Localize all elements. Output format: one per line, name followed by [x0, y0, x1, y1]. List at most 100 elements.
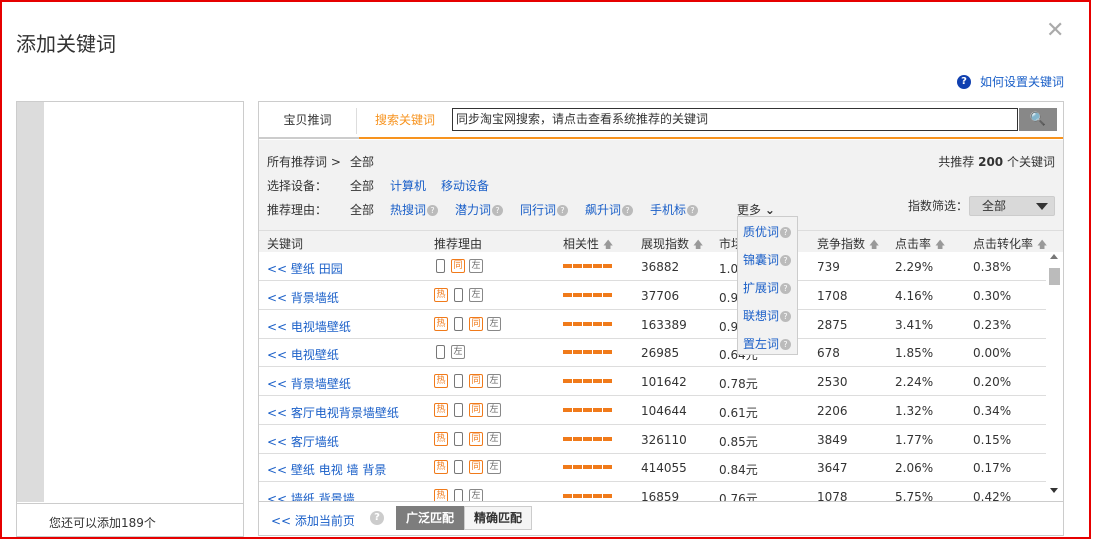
sort-icon[interactable]: 🡅: [935, 240, 945, 251]
cell-comp: 739: [817, 260, 840, 274]
reason-badges: 热 同左: [434, 374, 501, 388]
reason-badge: 同: [469, 431, 483, 446]
cell-ctr: 2.29%: [895, 260, 934, 274]
help-icon[interactable]: ?: [687, 205, 699, 216]
search-button[interactable]: 🔍: [1019, 108, 1057, 131]
index-filter-select[interactable]: 全部: [969, 196, 1055, 216]
more-option[interactable]: 锦囊词?: [743, 251, 792, 268]
search-input[interactable]: 同步淘宝网搜索，请点击查看系统推荐的关键词: [452, 108, 1018, 131]
cell-imp: 414055: [641, 461, 687, 476]
more-option[interactable]: 置左词?: [743, 335, 792, 352]
reason-potential[interactable]: 潜力词: [455, 203, 491, 217]
help-icon[interactable]: ?: [492, 205, 504, 216]
relevance-segment: [603, 292, 612, 297]
cell-imp: 101642: [641, 375, 687, 389]
table-footer: << 添加当前页 ? 广泛匹配 精确匹配: [259, 501, 1063, 535]
mobile-icon: [454, 431, 463, 446]
column-header-label: 相关性: [563, 237, 600, 251]
broad-match-button[interactable]: 广泛匹配: [396, 506, 464, 530]
close-icon[interactable]: ✕: [1046, 18, 1064, 43]
add-current-page-button[interactable]: << 添加当前页: [271, 512, 355, 529]
relevance-bar: [563, 407, 612, 412]
add-keyword-link[interactable]: << 背景墙壁纸: [267, 375, 351, 392]
column-header-label: 推荐理由: [434, 237, 483, 251]
reason-mobile[interactable]: 手机标: [650, 203, 686, 217]
cell-cvr: 0.23%: [973, 317, 1012, 332]
add-keyword-link[interactable]: << 电视墙壁纸: [267, 318, 351, 335]
reason-badges: 热 同左: [434, 460, 501, 475]
help-icon[interactable]: ?: [427, 205, 439, 216]
cell-imp: 37706: [641, 288, 680, 303]
sort-icon[interactable]: 🡅: [869, 240, 879, 251]
add-keyword-link[interactable]: << 壁纸 田园: [267, 260, 343, 277]
table-row: << 电视墙壁纸热同左1633890.93元28753.41%0.23%: [259, 310, 1046, 339]
sort-icon[interactable]: 🡅: [603, 240, 613, 251]
more-option[interactable]: 联想词?: [743, 307, 792, 324]
search-icon: 🔍: [1029, 112, 1047, 127]
relevance-bar: [563, 321, 612, 326]
sort-icon[interactable]: 🡅: [1037, 240, 1047, 251]
relevance-segment: [583, 407, 592, 412]
breadcrumb: 所有推荐词 > 全部: [267, 153, 374, 170]
cell-ctr: 5.75%: [895, 490, 934, 501]
cell-imp: 326110: [641, 432, 687, 447]
cell-price: 0.85元: [719, 434, 758, 449]
reason-badges: 热左: [434, 287, 483, 302]
reason-all[interactable]: 全部: [350, 201, 374, 218]
reason-hot[interactable]: 热搜词: [390, 203, 426, 217]
index-filter-label: 指数筛选：: [908, 199, 969, 213]
cell-cvr: 0.34%: [973, 403, 1012, 418]
tab-bar: 搜索关键词 宝贝推词 同步淘宝网搜索，请点击查看系统推荐的关键词 🔍: [259, 102, 1063, 139]
more-option[interactable]: 扩展词?: [743, 279, 792, 296]
tab-item-keywords[interactable]: 宝贝推词: [259, 108, 357, 134]
reason-badge: 热: [434, 374, 448, 388]
relevance-bar: [563, 264, 612, 268]
scroll-thumb[interactable]: [1049, 268, 1060, 285]
cell-price: 0.76元: [719, 492, 758, 501]
total-number: 200: [978, 155, 1004, 169]
total-suffix: 个关键词: [1006, 155, 1055, 169]
keyword-table: << 壁纸 田园同左368821.05元7392.29%0.38%<< 背景墙纸…: [259, 252, 1063, 501]
reason-badge: 左: [487, 460, 501, 475]
add-keyword-link[interactable]: << 电视壁纸: [267, 346, 339, 363]
add-keyword-link[interactable]: << 客厅墙纸: [267, 433, 339, 450]
help-icon[interactable]: ?: [370, 511, 384, 525]
add-keyword-link[interactable]: << 墙纸 背景墙: [267, 490, 355, 501]
help-link[interactable]: ? 如何设置关键词: [957, 73, 1064, 90]
device-computer[interactable]: 计算机: [390, 177, 426, 194]
cell-comp: 2875: [817, 317, 848, 332]
scroll-down-icon[interactable]: [1050, 488, 1058, 493]
reason-label: 推荐理由：: [267, 203, 328, 217]
selected-keywords-strip: [17, 102, 44, 502]
add-keyword-link[interactable]: << 客厅电视背景墙壁纸: [267, 404, 399, 421]
relevance-segment: [603, 436, 612, 441]
add-keyword-link[interactable]: << 壁纸 电视 墙 背景: [267, 461, 386, 478]
relevance-segment: [593, 465, 602, 470]
help-icon[interactable]: ?: [622, 205, 634, 216]
help-link-label: 如何设置关键词: [980, 75, 1065, 89]
relevance-segment: [573, 465, 582, 470]
reason-rising[interactable]: 飙升词: [585, 203, 621, 217]
reason-peer[interactable]: 同行词: [520, 203, 556, 217]
chevron-down-icon: ⌄: [764, 203, 775, 217]
device-all[interactable]: 全部: [350, 177, 374, 194]
column-header: 推荐理由: [434, 235, 482, 252]
relevance-segment: [583, 264, 592, 268]
device-mobile[interactable]: 移动设备: [441, 177, 489, 194]
exact-match-button[interactable]: 精确匹配: [464, 506, 532, 530]
help-icon[interactable]: ?: [557, 205, 569, 216]
add-keyword-link[interactable]: << 背景墙纸: [267, 289, 339, 306]
relevance-segment: [603, 494, 612, 498]
reason-badge: 同: [469, 460, 483, 475]
scroll-up-icon[interactable]: [1050, 254, 1058, 259]
sort-icon[interactable]: 🡅: [693, 240, 703, 251]
remaining-count: 您还可以添加189个: [17, 503, 243, 537]
column-header-label: 展现指数: [641, 237, 690, 251]
column-header-label: 点击率: [895, 237, 932, 251]
reason-badge: 热: [434, 460, 448, 475]
more-option[interactable]: 质优词?: [743, 223, 792, 240]
relevance-segment: [603, 379, 612, 383]
reason-badge: 同: [451, 259, 465, 273]
relevance-segment: [573, 292, 582, 297]
scrollbar[interactable]: [1047, 252, 1061, 501]
